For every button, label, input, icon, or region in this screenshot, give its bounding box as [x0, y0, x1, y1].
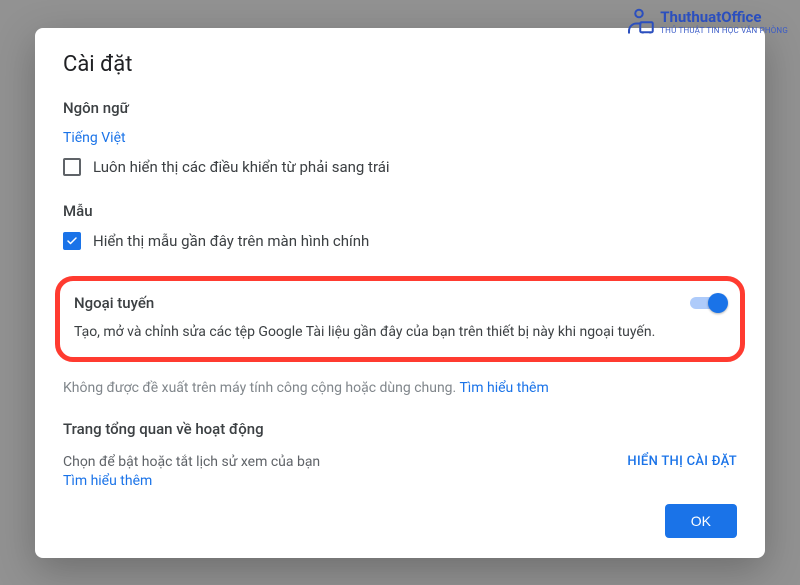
- offline-warning: Không được đề xuất trên máy tính công cộ…: [63, 380, 737, 396]
- check-icon: [66, 235, 78, 247]
- rtl-checkbox[interactable]: [63, 158, 81, 176]
- show-settings-button[interactable]: HIỂN THỊ CÀI ĐẶT: [627, 448, 737, 469]
- watermark: ThuthuatOffice THỦ THUẬT TIN HỌC VĂN PHÒ…: [624, 6, 788, 36]
- activity-learn-more-link[interactable]: Tìm hiểu thêm: [63, 473, 152, 489]
- offline-heading: Ngoại tuyến: [74, 294, 154, 312]
- offline-learn-more-link[interactable]: Tìm hiểu thêm: [459, 380, 548, 396]
- watermark-brand: ThuthuatOffice: [660, 8, 761, 26]
- watermark-icon: [624, 6, 654, 36]
- watermark-tagline: THỦ THUẬT TIN HỌC VĂN PHÒNG: [660, 26, 788, 35]
- rtl-checkbox-label: Luôn hiển thị các điều khiển từ phải san…: [93, 158, 390, 176]
- offline-warning-text: Không được đề xuất trên máy tính công cộ…: [63, 380, 459, 396]
- templates-checkbox-label: Hiển thị mẫu gần đây trên màn hình chính: [93, 232, 369, 250]
- templates-heading: Mẫu: [63, 202, 737, 220]
- settings-dialog: Cài đặt Ngôn ngữ Tiếng Việt Luôn hiển th…: [35, 28, 765, 558]
- dialog-title: Cài đặt: [63, 52, 737, 77]
- activity-description: Chọn để bật hoặc tắt lịch sử xem của bạn: [63, 454, 320, 470]
- language-current-link[interactable]: Tiếng Việt: [63, 130, 126, 146]
- offline-toggle[interactable]: [690, 293, 726, 313]
- activity-heading: Trang tổng quan về hoạt động: [63, 420, 737, 438]
- offline-description: Tạo, mở và chỉnh sửa các tệp Google Tài …: [74, 323, 726, 343]
- templates-checkbox[interactable]: [63, 232, 81, 250]
- language-heading: Ngôn ngữ: [63, 99, 737, 117]
- offline-highlight: Ngoại tuyến Tạo, mở và chỉnh sửa các tệp…: [55, 276, 745, 362]
- ok-button[interactable]: OK: [665, 504, 737, 538]
